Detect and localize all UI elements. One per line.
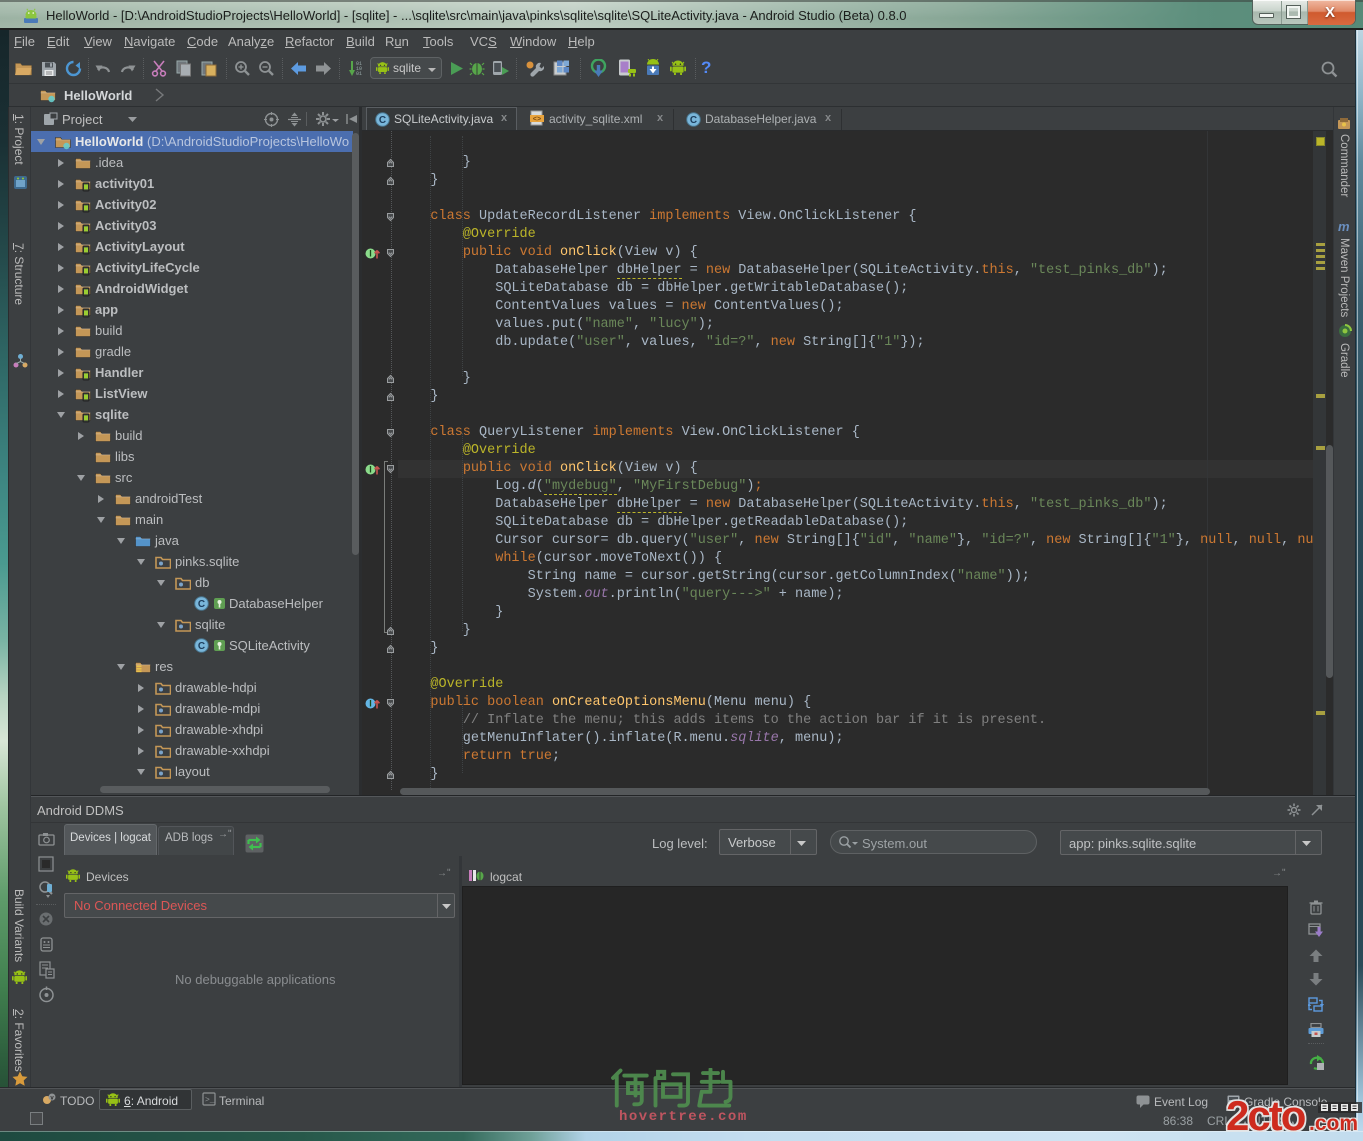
svg-text:01: 01 [356, 71, 362, 77]
svg-text:<>: <> [533, 116, 541, 124]
svg-text:>_: >_ [205, 1096, 215, 1105]
svg-text:I: I [369, 249, 372, 259]
svg-text:I: I [369, 465, 372, 475]
svg-text:C: C [198, 599, 205, 610]
svg-text:C: C [690, 115, 697, 126]
svg-text:C: C [379, 115, 386, 126]
svg-text:C: C [198, 641, 205, 652]
svg-text:I: I [369, 699, 372, 709]
